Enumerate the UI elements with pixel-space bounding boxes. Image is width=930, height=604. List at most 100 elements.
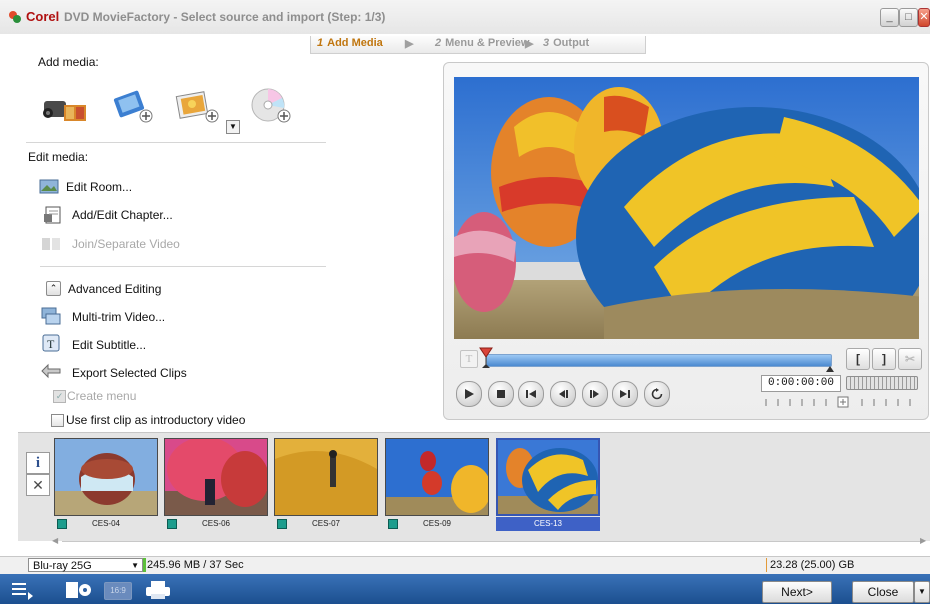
clip-label: CES-04 [91,519,120,528]
edit-room-link[interactable]: Edit Room... [66,180,132,194]
intro-video-checkbox[interactable] [51,414,64,427]
disc-type-select[interactable]: Blu-ray 25G ▼ [28,558,143,572]
step-label: Menu & Preview [445,37,530,49]
skip-start-icon [526,390,536,398]
repeat-button[interactable] [644,381,670,407]
step-number: 3 [543,37,550,49]
preview-image [454,77,919,339]
clip-item[interactable]: CES-04 [54,438,158,532]
add-video-icon[interactable] [110,88,156,126]
clip-item-selected[interactable]: CES-13 [496,438,600,532]
minimize-button[interactable]: _ [880,8,899,27]
step-menu-preview[interactable]: 2 Menu & Preview [435,37,529,49]
clip-label: CES-07 [311,519,340,528]
clip-item[interactable]: CES-09 [385,438,489,532]
collapse-advanced-icon[interactable]: ⌃ [46,281,61,296]
disc-usage-bar [143,558,146,572]
remove-clip-button[interactable]: ✕ [26,474,50,496]
scroll-right-icon[interactable]: ▶ [920,536,926,545]
go-to-start-button[interactable] [518,381,544,407]
clip-info-button[interactable]: i [26,452,50,474]
playhead-marker-icon[interactable] [478,346,494,370]
clip-label: CES-09 [422,519,451,528]
clip-item[interactable]: CES-07 [274,438,378,532]
project-settings-icon[interactable] [10,580,36,600]
close-button[interactable]: Close [852,581,914,603]
close-window-button[interactable]: ✕ [918,8,930,27]
advanced-editing-label[interactable]: Advanced Editing [68,282,161,296]
export-selected-clips-link[interactable]: Export Selected Clips [72,366,187,380]
step-label: Output [553,37,590,49]
stop-button[interactable] [488,381,514,407]
subtitle-toggle-button[interactable]: T [460,350,478,368]
clip-thumbnail [496,438,600,516]
mark-out-button[interactable]: ] [872,348,896,370]
chevron-down-icon: ▼ [131,561,139,570]
chapter-icon [44,206,61,224]
video-capture-icon[interactable] [40,93,88,127]
next-frame-button[interactable] [582,381,608,407]
clip-thumbnail [54,438,158,516]
title-brand: Corel [26,9,60,24]
clip-label: CES-13 [496,517,600,531]
step-arrow-icon: ▶ [525,38,534,50]
clip-item[interactable]: CES-06 [164,438,268,532]
next-frame-icon [590,390,599,398]
cut-button[interactable]: ✂ [898,348,922,370]
disc-usage-text: 245.96 MB / 37 Sec [147,559,244,571]
preferences-icon[interactable] [64,579,94,601]
skip-end-icon [620,390,630,398]
mark-in-button[interactable]: [ [846,348,870,370]
create-menu-checkbox[interactable]: ✓ [53,390,66,403]
capacity-marker [766,558,767,572]
intro-video-label: Use first clip as introductory video [66,413,246,427]
multi-trim-icon [41,307,61,325]
step-output[interactable]: 3 Output [543,37,589,49]
edit-subtitle-link[interactable]: Edit Subtitle... [72,338,146,352]
join-separate-video-link[interactable]: Join/Separate Video [72,237,180,251]
play-button[interactable] [456,381,482,407]
preview-screen [454,77,919,339]
multi-trim-video-link[interactable]: Multi-trim Video... [72,310,165,324]
add-photo-icon[interactable] [174,86,222,126]
jog-wheel[interactable] [846,376,918,390]
previous-frame-button[interactable] [550,381,576,407]
add-disc-icon[interactable] [248,86,294,126]
create-menu-label: Create menu [67,389,137,403]
add-edit-chapter-link[interactable]: Add/Edit Chapter... [72,208,173,222]
clip-thumbnail [385,438,489,516]
maximize-button[interactable]: □ [899,8,918,27]
clip-scrollbar[interactable] [62,541,924,542]
print-label-icon[interactable] [144,580,172,600]
steps-bar: 1 Add Media ▶ 2 Menu & Preview ▶ 3 Output [310,36,646,54]
prev-frame-icon [559,390,568,398]
add-media-label: Add media: [38,55,99,69]
zoom-scale-slider[interactable] [762,396,918,408]
go-to-end-button[interactable] [612,381,638,407]
svg-text:T: T [47,337,55,351]
step-number: 1 [317,37,324,49]
play-icon [465,389,474,399]
join-video-icon [42,238,60,250]
edit-media-label: Edit media: [28,150,89,164]
step-add-media[interactable]: 1 Add Media [317,37,383,49]
aspect-ratio-icon[interactable]: 16:9 [104,582,132,600]
edit-room-icon [39,179,59,194]
timecode-field[interactable]: 0:00:00:00 [761,375,841,392]
end-marker-icon[interactable] [826,364,834,372]
disc-type-value: Blu-ray 25G [33,560,92,572]
photo-dropdown-button[interactable]: ▼ [226,120,240,134]
timeline-track[interactable] [486,354,832,367]
clip-thumbnail [274,438,378,516]
close-dropdown-icon[interactable]: ▼ [914,581,930,603]
disc-capacity-text: 23.28 (25.00) GB [770,559,855,571]
clip-thumbnail [164,438,268,516]
app-icon [9,11,21,23]
repeat-icon [651,388,663,400]
scroll-left-icon[interactable]: ◀ [52,536,58,545]
subtitle-icon: T [42,334,60,352]
divider [40,266,326,267]
step-label: Add Media [327,37,383,49]
step-number: 2 [435,37,442,49]
next-button[interactable]: Next> [762,581,832,603]
